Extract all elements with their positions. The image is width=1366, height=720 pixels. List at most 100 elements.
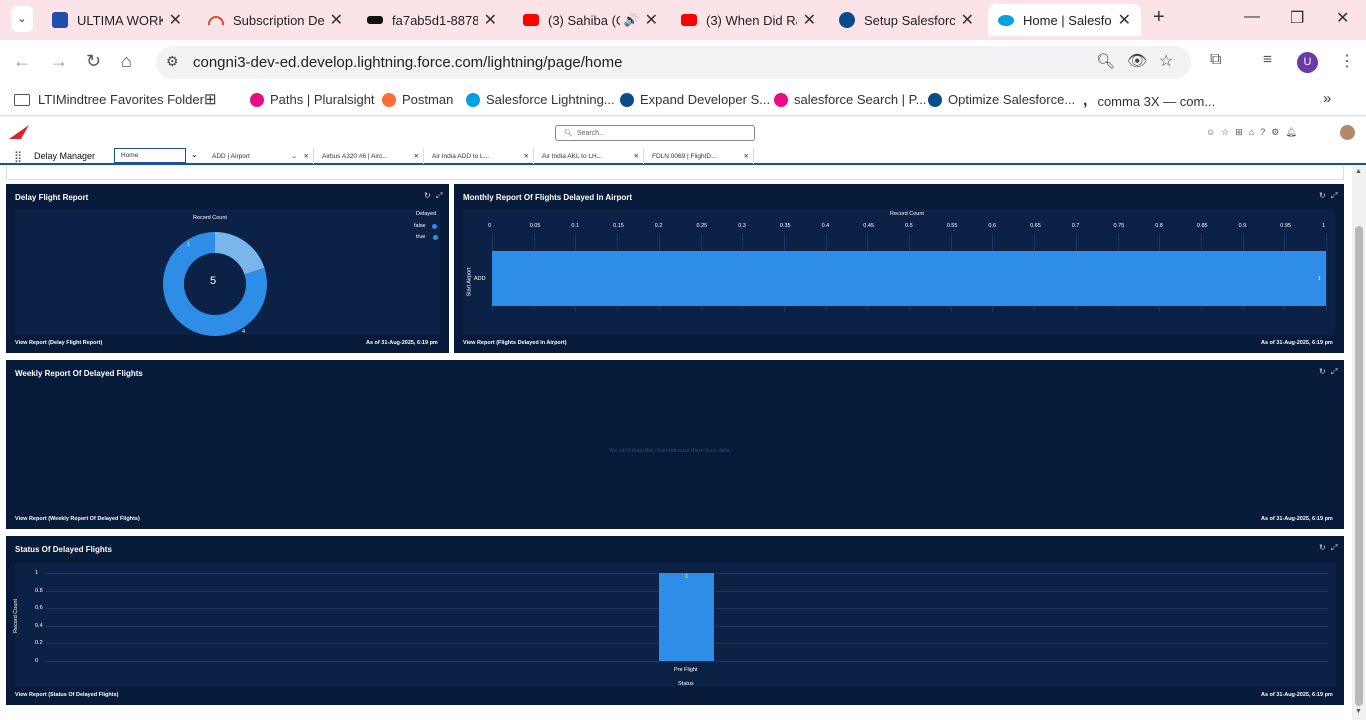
apps-grid-icon[interactable]: ⊞	[204, 90, 217, 108]
nav-tab-airbus[interactable]: Airbus A320 #6 | Airc... ✕	[316, 148, 424, 164]
speaker-icon[interactable]: 🔊	[624, 13, 639, 27]
notifications-bell-icon[interactable]: 🔔︎	[1285, 127, 1302, 137]
view-report-link[interactable]: View Report (Flights Delayed In Airport)	[463, 340, 567, 346]
nav-tab-fdln[interactable]: FDLN 0069 | FlightD... ✕	[646, 148, 754, 164]
setup-gear-icon[interactable]: ⚙	[1271, 127, 1285, 137]
chevron-down-icon[interactable]: ⌄	[191, 150, 198, 159]
zoom-icon[interactable]: 🔍︎	[1096, 52, 1115, 70]
refresh-icon[interactable]: ↻	[1319, 543, 1326, 552]
nav-tab-airport[interactable]: ADD | Airport ⌄ ✕	[206, 148, 314, 164]
page-scrollbar[interactable]: ▲ ▼	[1352, 166, 1366, 720]
bar-add[interactable]	[492, 251, 1326, 306]
address-bar[interactable]: ⚙ congni3-dev-ed.develop.lightning.force…	[156, 46, 1191, 79]
help-icon[interactable]: ?	[1260, 127, 1271, 137]
trailhead-icon	[839, 12, 855, 28]
view-report-link[interactable]: View Report (Weekly Report Of Delayed Fl…	[15, 516, 140, 522]
org-logo-icon[interactable]	[9, 125, 29, 139]
user-avatar[interactable]	[1340, 125, 1355, 140]
bookmark-pluralsight[interactable]: Paths | Pluralsight	[250, 92, 375, 107]
browser-tab-fa7ab[interactable]: fa7ab5d1-8878- ✕	[357, 4, 507, 36]
chrome-menu-icon[interactable]: ⋮	[1339, 51, 1355, 71]
browser-tab-ultima[interactable]: ULTIMA WORKS✕	[42, 4, 192, 36]
close-icon[interactable]: ✕	[304, 152, 309, 160]
bookmark-optimize-salesforce[interactable]: Optimize Salesforce...	[928, 92, 1075, 107]
x-tick-label: 0	[488, 223, 492, 229]
close-icon[interactable]: ✕	[1118, 10, 1131, 30]
close-icon[interactable]: ✕	[645, 10, 658, 30]
bookmark-ltimindtree[interactable]: LTIMindtree Favorites Folder	[14, 92, 204, 107]
restore-icon[interactable]: ❐	[1290, 8, 1304, 28]
panel-title: Delay Flight Report	[15, 193, 89, 202]
close-icon[interactable]: ✕	[330, 10, 343, 30]
refresh-icon[interactable]: ↻	[1319, 191, 1326, 200]
forward-arrow-icon[interactable]: →	[50, 51, 68, 72]
bar-pre-flight[interactable]	[659, 573, 714, 661]
salesforce-cloud-icon	[998, 14, 1014, 26]
chart-vbar-container: Record Count 1 0.8 0.6 0.4 0.2 0 1 Pre Flight…	[13, 563, 1336, 687]
category-label: Pre Flight	[674, 667, 698, 673]
media-controls-icon[interactable]: ≡	[1263, 51, 1272, 68]
close-icon[interactable]: ✕	[484, 10, 497, 30]
chevron-down-icon[interactable]: ⌄	[292, 152, 297, 160]
bookmark-salesforce-lightning[interactable]: Salesforce Lightning...	[466, 92, 615, 107]
legend-item-false[interactable]: false	[414, 223, 437, 229]
minimize-icon[interactable]: —	[1244, 8, 1260, 26]
close-icon[interactable]: ✕	[961, 10, 974, 30]
close-icon[interactable]: ✕	[169, 10, 182, 30]
header-utility-icons: ☺☆⊞⌂?⚙🔔︎	[1206, 127, 1303, 138]
refresh-icon[interactable]: ↻	[424, 191, 431, 200]
bookmark-salesforce-search[interactable]: salesforce Search | P...	[774, 92, 926, 107]
back-arrow-icon[interactable]: ←	[13, 51, 31, 72]
site-info-icon[interactable]: ⚙	[166, 53, 179, 70]
profile-avatar[interactable]: U	[1297, 52, 1318, 73]
legend-item-true[interactable]: true	[416, 234, 439, 240]
scroll-down-icon[interactable]: ▼	[1355, 708, 1362, 715]
bookmark-postman[interactable]: Postman	[382, 92, 453, 107]
x-tick-label: 0.5	[905, 223, 913, 229]
nav-tab-home[interactable]: Home	[114, 148, 186, 164]
donut-slice-false[interactable]	[215, 232, 265, 275]
browser-tab-home-salesforce[interactable]: Home | Salesforc✕	[988, 4, 1141, 36]
more-bookmarks-icon[interactable]: »	[1323, 90, 1331, 107]
new-tab-plus-icon[interactable]: +	[1153, 6, 1165, 29]
chart-title: Record Count	[193, 215, 227, 221]
x-tick-label: 0.3	[738, 223, 746, 229]
scroll-up-icon[interactable]: ▲	[1355, 168, 1362, 175]
reload-icon[interactable]: ↻	[86, 51, 101, 72]
assistant-icon[interactable]: ☺	[1206, 127, 1221, 137]
browser-tab-when-did[interactable]: (3) When Did Ra ✕	[671, 4, 826, 36]
global-actions-icon[interactable]: ⊞	[1235, 127, 1249, 137]
global-search-input[interactable]: 🔍︎ Search...	[555, 125, 755, 141]
bookmark-star-icon[interactable]: ☆	[1159, 51, 1173, 71]
trailhead-header-icon[interactable]: ⌂	[1249, 127, 1260, 137]
expand-icon[interactable]: ⤢	[1331, 367, 1337, 377]
close-icon[interactable]: ✕	[803, 10, 816, 30]
browser-tab-sahiba[interactable]: (3) Sahiba (C 🔊 ✕	[513, 4, 668, 36]
refresh-icon[interactable]: ↻	[1319, 367, 1326, 376]
close-icon[interactable]: ✕	[634, 152, 639, 160]
expand-icon[interactable]: ⤢	[1331, 543, 1337, 553]
window-close-icon[interactable]: ✕	[1336, 8, 1349, 28]
tab-search-chevron-icon[interactable]: ⌄	[11, 6, 33, 32]
close-icon[interactable]: ✕	[524, 152, 529, 160]
nav-tab-air-india-akl[interactable]: Air India AKL to LH... ✕	[536, 148, 644, 164]
browser-tab-subscription[interactable]: Subscription Det ✕	[198, 4, 353, 36]
extensions-icon[interactable]: ⧉	[1210, 51, 1221, 69]
view-report-link[interactable]: View Report (Delay Flight Report)	[15, 340, 102, 346]
home-icon[interactable]: ⌂	[121, 51, 132, 72]
favorites-star-icon[interactable]: ☆	[1221, 127, 1235, 137]
expand-icon[interactable]: ⤢	[436, 191, 442, 201]
eye-icon[interactable]: 👁︎	[1127, 51, 1147, 71]
view-report-link[interactable]: View Report (Status Of Delayed Flights)	[15, 692, 119, 698]
browser-tab-setup[interactable]: Setup Salesforce ✕	[829, 4, 984, 36]
url-text[interactable]: congni3-dev-ed.develop.lightning.force.c…	[193, 54, 622, 71]
bookmark-comma[interactable]: , comma 3X — com...	[1083, 92, 1215, 110]
bookmark-expand-developer[interactable]: Expand Developer S...	[620, 92, 770, 107]
app-launcher-icon[interactable]: ⣿	[14, 150, 22, 163]
search-icon: 🔍︎	[564, 130, 573, 137]
expand-icon[interactable]: ⤢	[1331, 191, 1337, 201]
nav-tab-air-india-add[interactable]: Air India ADD to L... ✕	[426, 148, 534, 164]
scrollbar-thumb[interactable]	[1355, 226, 1363, 706]
close-icon[interactable]: ✕	[414, 152, 419, 160]
close-icon[interactable]: ✕	[744, 152, 749, 160]
